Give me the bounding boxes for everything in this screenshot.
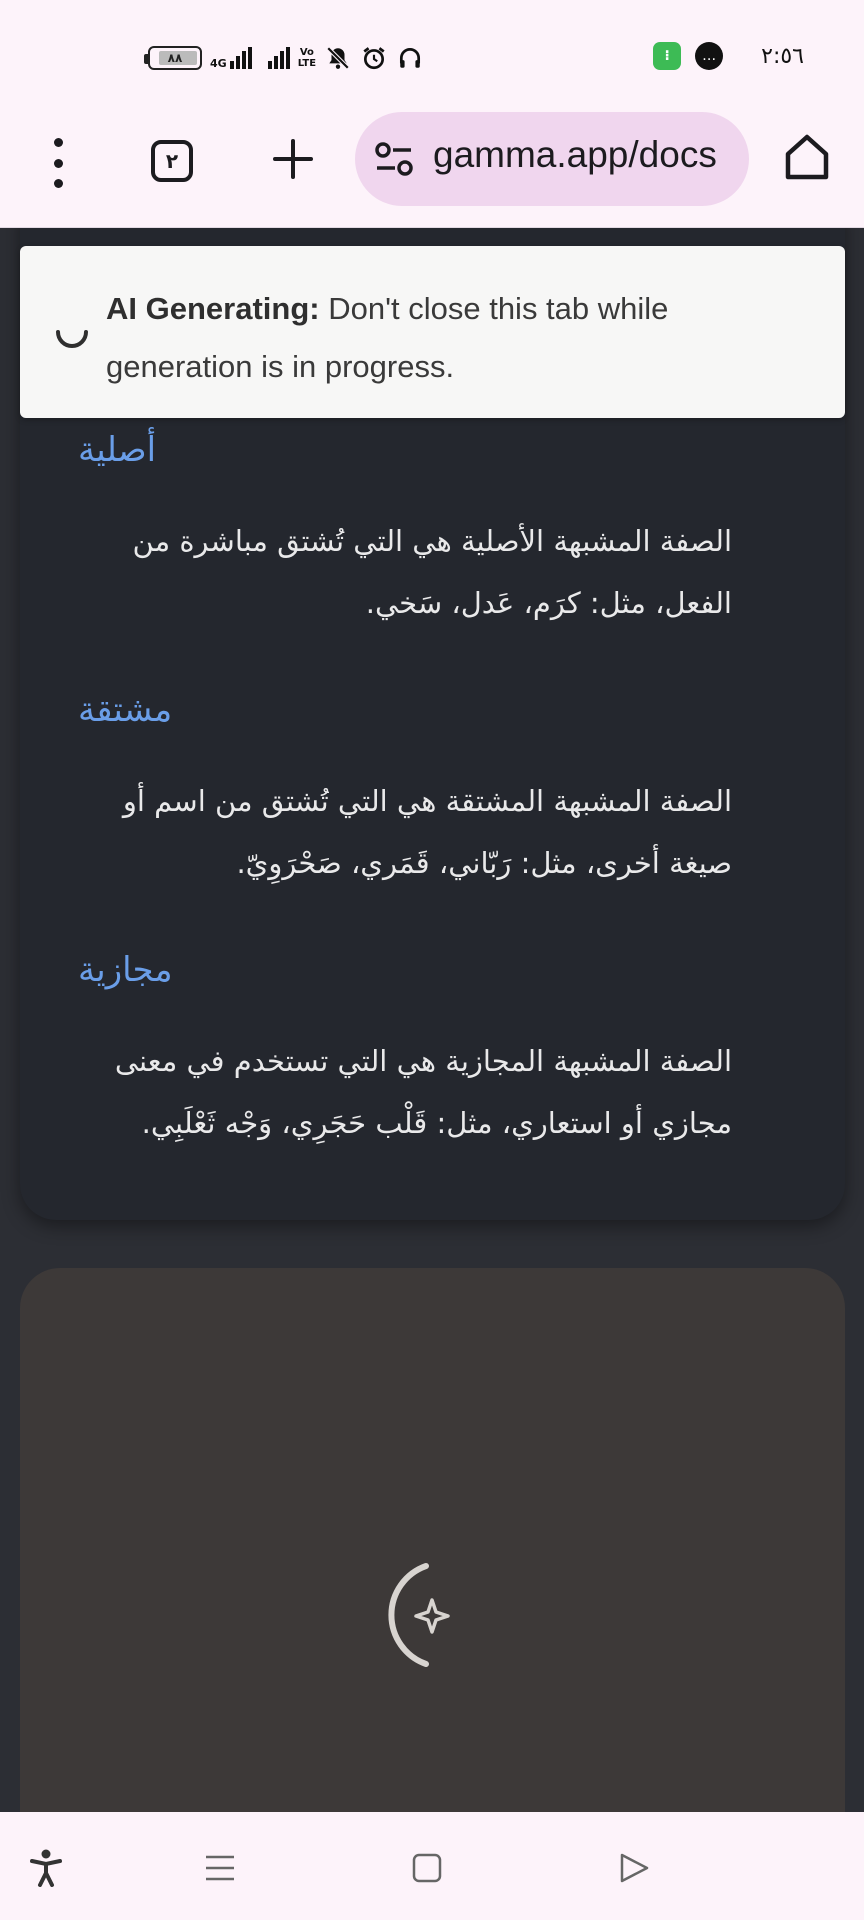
section-title-2: مشتقة — [78, 690, 173, 730]
alarm-icon — [360, 44, 388, 72]
browser-toolbar: ٢ gamma.app/docs — [0, 96, 864, 228]
system-nav-bar — [0, 1812, 864, 1920]
banner-title: AI Generating: — [106, 291, 320, 326]
status-icons-right: ⁝ … ٢:٥٦ — [653, 42, 804, 70]
network-type-label: 4G — [210, 57, 227, 70]
tabs-button[interactable]: ٢ — [151, 140, 193, 182]
url-text[interactable]: gamma.app/docs — [433, 134, 717, 176]
ai-generating-banner: AI Generating: Don't close this tab whil… — [20, 246, 845, 418]
section-body-2: الصفة المشبهة المشتقة هي التي تُشتق من ا… — [122, 784, 732, 880]
signal-icon: 4G — [210, 47, 252, 69]
more-vert-icon[interactable] — [40, 138, 76, 188]
new-tab-icon[interactable] — [270, 136, 316, 182]
section-title-3: مجازية — [78, 950, 173, 990]
section-body-3: الصفة المشبهة المجازية هي التي تستخدم في… — [114, 1044, 732, 1140]
status-bar: ٨٨ 4G Vo LTE ⁝ … ٢:٥٦ — [0, 0, 864, 96]
volte-icon: Vo LTE — [297, 47, 317, 69]
accessibility-icon[interactable] — [26, 1848, 66, 1888]
recents-icon[interactable] — [200, 1848, 240, 1888]
mute-icon — [324, 44, 352, 72]
headphones-icon — [396, 44, 424, 72]
message-notification-icon: … — [695, 42, 724, 70]
url-bar[interactable]: gamma.app/docs — [355, 112, 749, 206]
clock: ٢:٥٦ — [761, 43, 804, 69]
battery-level: ٨٨ — [167, 51, 183, 65]
back-icon[interactable] — [614, 1848, 654, 1888]
status-icons-left: ٨٨ 4G Vo LTE — [144, 40, 424, 76]
loading-sparkle-icon — [372, 1556, 456, 1678]
home-nav-icon[interactable] — [407, 1848, 447, 1888]
section-body-1: الصفة المشبهة الأصلية هي التي تُشتق مباش… — [132, 524, 732, 620]
battery-icon: ٨٨ — [144, 46, 202, 70]
signal-icon — [267, 47, 290, 69]
section-title-1: أصلية — [78, 430, 157, 470]
app-notification-icon: ⁝ — [653, 42, 682, 70]
site-settings-icon[interactable] — [375, 141, 413, 177]
tab-count: ٢ — [165, 149, 179, 173]
home-icon[interactable] — [783, 132, 831, 182]
banner-message: AI Generating: Don't close this tab whil… — [106, 280, 806, 396]
spinner-icon — [54, 318, 90, 354]
